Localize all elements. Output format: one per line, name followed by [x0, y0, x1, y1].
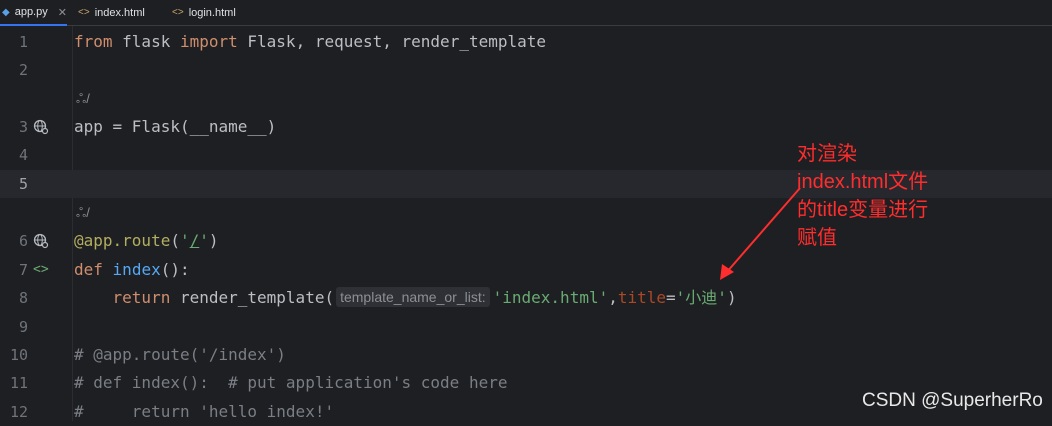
watermark: CSDN @SuperherRo [862, 390, 1043, 411]
annotation-arrow [720, 187, 801, 280]
